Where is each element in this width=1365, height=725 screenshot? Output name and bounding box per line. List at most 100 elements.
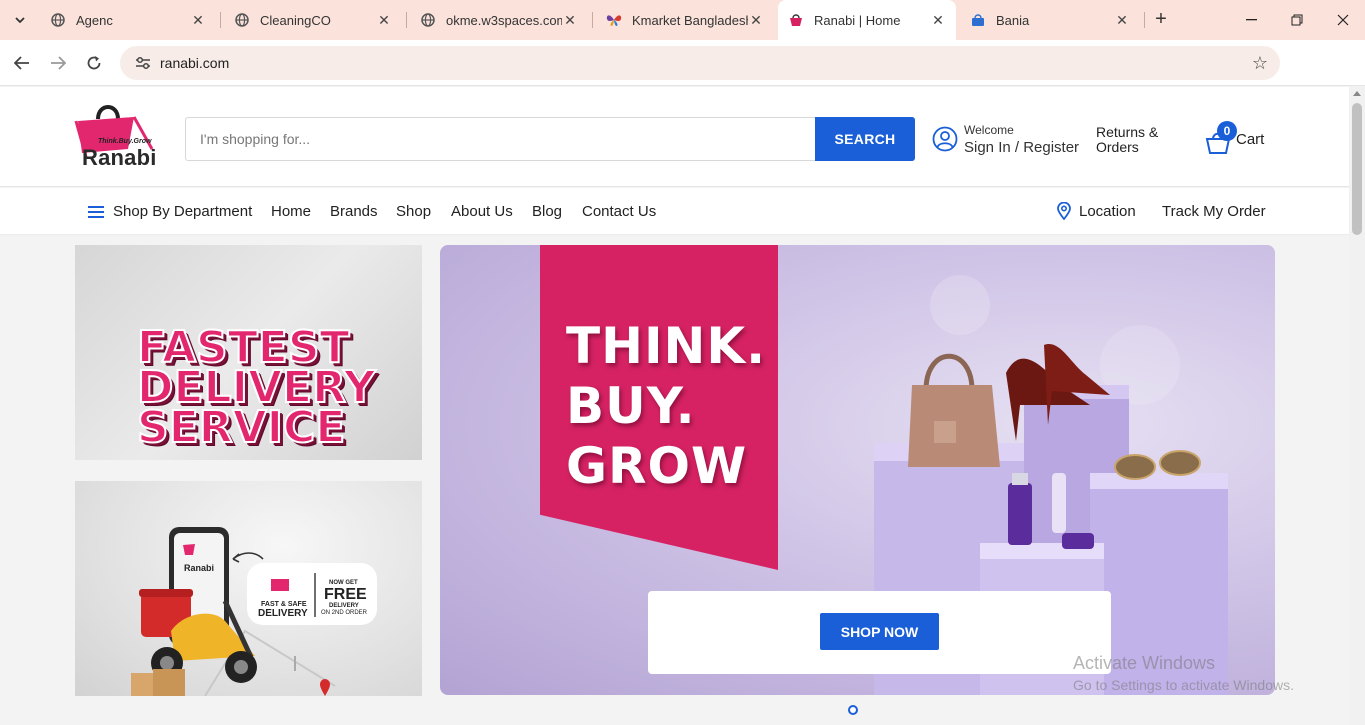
tab-title: CleaningCO [260, 12, 331, 28]
nav-link-contact-us[interactable]: Contact Us [582, 203, 656, 220]
new-tab-button[interactable]: + [1148, 8, 1174, 32]
hero-line-buy: BUY. [566, 377, 696, 435]
track-my-order-link[interactable]: Track My Order [1162, 203, 1266, 220]
reload-icon [87, 56, 101, 70]
address-bar[interactable]: ranabi.com ☆ [120, 46, 1280, 80]
web-page: Think.Buy.Grow Ranabi SEARCH Welcome Sig… [0, 87, 1349, 725]
site-logo[interactable]: Think.Buy.Grow Ranabi [72, 101, 172, 170]
map-pin-icon [1057, 202, 1071, 220]
arrow-right-icon [51, 56, 66, 70]
browser-tab-strip: Agenc ✕ CleaningCO ✕ okme.w3spaces.com ✕… [0, 0, 1365, 40]
returns-orders-link[interactable]: Returns & Orders [1096, 125, 1176, 155]
user-icon [932, 126, 958, 152]
activate-windows-subtext: Go to Settings to activate Windows. [1073, 677, 1294, 693]
slider-dot[interactable] [848, 705, 858, 715]
arrow-left-icon [14, 56, 29, 70]
reload-button[interactable] [79, 48, 109, 78]
badge-free: FREE [324, 586, 367, 603]
activate-windows-watermark: Activate Windows [1073, 653, 1216, 673]
shop-by-department-button[interactable]: Shop By Department [88, 203, 252, 220]
returns-line: Returns & [1096, 124, 1159, 140]
forward-button[interactable] [43, 48, 73, 78]
badge-on-2nd-order: ON 2ND ORDER [321, 610, 368, 616]
free-delivery-banner[interactable]: Ranabi FAST & SAFE DELIVERY NOW GET FREE… [75, 481, 422, 696]
nav-link-home[interactable]: Home [271, 203, 311, 220]
location-link[interactable]: Location [1057, 202, 1136, 220]
chevron-down-icon [15, 17, 25, 23]
account-link[interactable]: Welcome Sign In / Register [932, 121, 1079, 157]
hero-cta-panel: SHOP NOW [648, 591, 1111, 674]
browser-toolbar: ranabi.com ☆ T ⋮ [0, 40, 1365, 114]
tab-divider [220, 12, 221, 28]
tab-kmarket[interactable]: Kmarket Bangladesh ✕ [596, 4, 774, 36]
tab-title: Kmarket Bangladesh [632, 12, 748, 28]
close-window-button[interactable] [1320, 0, 1365, 40]
fastest-delivery-banner[interactable]: FASTEST DELIVERY SERVICE [75, 245, 422, 460]
tab-okme[interactable]: okme.w3spaces.com ✕ [410, 4, 588, 36]
nav-link-blog[interactable]: Blog [532, 203, 562, 220]
close-icon [1337, 14, 1349, 26]
nav-link-about-us[interactable]: About Us [451, 203, 513, 220]
tab-agenc[interactable]: Agenc ✕ [40, 4, 216, 36]
location-label: Location [1079, 202, 1136, 220]
hamburger-menu-icon [88, 205, 104, 218]
badge-fast-safe: FAST & SAFE [261, 601, 307, 608]
tab-title: Agenc [76, 12, 113, 28]
url-text[interactable]: ranabi.com [160, 55, 229, 71]
cart-label: Cart [1236, 131, 1265, 148]
scrollbar-thumb[interactable] [1352, 103, 1362, 235]
signin-register-link[interactable]: Sign In / Register [964, 139, 1079, 156]
site-settings-icon[interactable] [128, 56, 158, 70]
bania-icon [970, 12, 986, 28]
phone-brand-text: Ranabi [184, 563, 215, 573]
globe-icon [420, 12, 436, 28]
search-button[interactable]: SEARCH [815, 117, 915, 161]
nav-link-shop[interactable]: Shop [396, 203, 431, 220]
promo-line-service: SERVICE [136, 402, 346, 453]
butterfly-icon [606, 12, 622, 28]
scooter-phone-illustration [131, 527, 377, 696]
shop-now-button[interactable]: SHOP NOW [820, 613, 939, 650]
badge-free-delivery: DELIVERY [329, 603, 359, 609]
tab-cleaningco[interactable]: CleaningCO ✕ [224, 4, 402, 36]
tab-ranabi-home[interactable]: Ranabi | Home ✕ [778, 0, 956, 40]
welcome-text: Welcome [964, 122, 1014, 137]
tab-title: Ranabi | Home [814, 12, 901, 28]
badge-delivery: DELIVERY [258, 608, 308, 619]
tab-search-button[interactable] [6, 6, 34, 34]
hero-slider: THINK. BUY. GROW SHOP NOW [440, 245, 1275, 695]
minimize-icon [1245, 19, 1257, 21]
logo-tagline: Think.Buy.Grow [98, 138, 152, 145]
tab-title: okme.w3spaces.com [446, 12, 562, 28]
nav-link-brands[interactable]: Brands [330, 203, 378, 220]
restore-icon [1291, 14, 1303, 26]
close-tab-icon[interactable]: ✕ [376, 12, 392, 28]
close-tab-icon[interactable]: ✕ [748, 12, 764, 28]
search-input[interactable] [186, 118, 816, 160]
scroll-up-arrow-icon[interactable] [1353, 91, 1361, 96]
tab-title: Bania [996, 12, 1030, 28]
minimize-button[interactable] [1228, 0, 1274, 40]
tab-divider [592, 12, 593, 28]
close-tab-icon[interactable]: ✕ [562, 12, 578, 28]
close-tab-icon[interactable]: ✕ [190, 12, 206, 28]
ranabi-icon [788, 12, 804, 28]
hero-line-grow: GROW [566, 437, 748, 495]
globe-icon [234, 12, 250, 28]
tab-bania[interactable]: Bania ✕ [960, 4, 1140, 36]
close-tab-icon[interactable]: ✕ [930, 12, 946, 28]
main-navigation: Shop By Department Home Brands Shop Abou… [0, 188, 1349, 235]
logo-text: Ranabi [82, 145, 157, 170]
hero-line-think: THINK. [566, 317, 767, 375]
cart-count-badge: 0 [1217, 121, 1237, 141]
cart-link[interactable]: 0 Cart [1204, 121, 1274, 157]
bookmark-star-icon[interactable]: ☆ [1252, 53, 1268, 74]
department-label: Shop By Department [113, 203, 253, 220]
search-bar: SEARCH [185, 117, 915, 161]
restore-button[interactable] [1274, 0, 1320, 40]
site-header: Think.Buy.Grow Ranabi SEARCH Welcome Sig… [0, 87, 1349, 187]
close-tab-icon[interactable]: ✕ [1114, 12, 1130, 28]
back-button[interactable] [7, 48, 37, 78]
page-scrollbar[interactable] [1349, 87, 1365, 725]
orders-line: Orders [1096, 139, 1139, 155]
